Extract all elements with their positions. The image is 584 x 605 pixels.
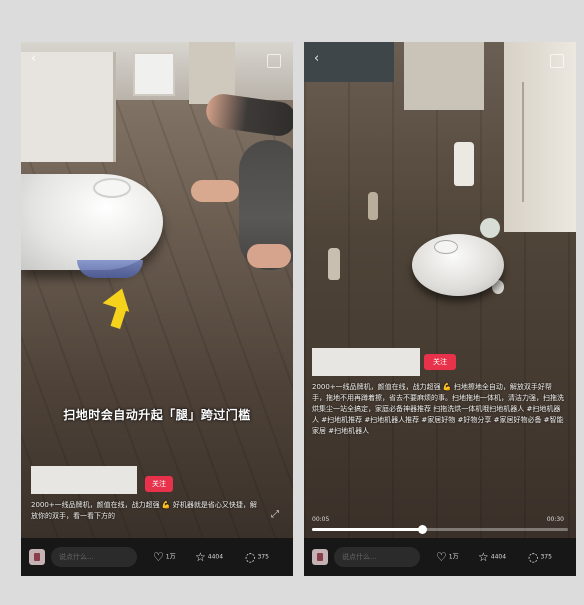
- star-icon: ☆: [478, 550, 489, 564]
- progress-knob[interactable]: [418, 525, 428, 534]
- heart-icon: ♡: [153, 550, 164, 564]
- cup-obstacle-image: [480, 218, 500, 238]
- collect-button[interactable]: ☆ 4404: [478, 550, 506, 564]
- like-button[interactable]: ♡ 1万: [436, 550, 459, 564]
- star-icon: ☆: [195, 550, 206, 564]
- robot-sensor-image: [434, 240, 458, 254]
- comment-button[interactable]: ◌ 375: [245, 550, 269, 564]
- comment-button[interactable]: ◌ 375: [528, 550, 552, 564]
- comment-count: 375: [540, 553, 552, 561]
- video-frame-left[interactable]: ‹ 扫地时会自动升起「腿」跨过门槛 关注 2000+一线品牌机，颜值在线，战力超…: [21, 42, 293, 538]
- bottle-obstacle-image: [328, 248, 340, 280]
- video-caption[interactable]: 2000+一线品牌机，颜值在线，战力超强 💪 扫地擦地全自动，解放双手好帮手，拖…: [312, 382, 564, 437]
- back-chevron-icon[interactable]: ‹: [314, 52, 328, 66]
- collect-button[interactable]: ☆ 4404: [195, 550, 223, 564]
- cabinet-image: [504, 42, 576, 232]
- video-caption[interactable]: 2000+一线品牌机，颜值在线，战力超强 💪 好机器就是省心又快捷，解放你的双手…: [31, 500, 257, 522]
- collect-count: 4404: [490, 553, 507, 561]
- progress-bar[interactable]: [312, 525, 568, 534]
- comment-bubble-icon: ◌: [245, 550, 256, 564]
- avatar[interactable]: [29, 549, 45, 565]
- like-count: 1万: [448, 553, 459, 561]
- expand-icon[interactable]: ⤢: [271, 510, 281, 520]
- author-name-redacted[interactable]: [31, 466, 137, 494]
- carton-obstacle-image: [454, 142, 474, 186]
- robot-vacuum-image: [21, 174, 163, 270]
- avatar[interactable]: [312, 549, 328, 565]
- heart-icon: ♡: [436, 550, 447, 564]
- like-button[interactable]: ♡ 1万: [153, 550, 176, 564]
- person-foot-image: [247, 244, 291, 268]
- share-icon[interactable]: [550, 54, 564, 68]
- follow-badge[interactable]: 关注: [145, 476, 173, 492]
- video-frame-right[interactable]: ‹ 关注 2000+一线品牌机，颜值在线，战力超强 💪 扫地擦地全自动，解放双手…: [304, 42, 576, 538]
- comment-input[interactable]: 说点什么...: [334, 547, 420, 567]
- appliance-image: [133, 52, 175, 96]
- person-foot-image: [191, 180, 239, 202]
- back-chevron-icon[interactable]: ‹: [31, 52, 45, 66]
- video-subtitle: 扫地时会自动升起「腿」跨过门槛: [63, 408, 251, 422]
- author-name-redacted[interactable]: [312, 348, 420, 376]
- bottom-action-bar: 说点什么... ♡ 1万 ☆ 4404 ◌ 375: [21, 538, 293, 576]
- comment-bubble-icon: ◌: [528, 550, 539, 564]
- robot-sensor-image: [93, 178, 131, 198]
- like-count: 1万: [165, 553, 176, 561]
- video-card-right[interactable]: ‹ 关注 2000+一线品牌机，颜值在线，战力超强 💪 扫地擦地全自动，解放双手…: [304, 42, 576, 576]
- share-icon[interactable]: [267, 54, 281, 68]
- follow-badge[interactable]: 关注: [424, 354, 456, 370]
- doorway-image: [404, 42, 484, 110]
- robot-wheel-image: [77, 260, 143, 278]
- bottom-action-bar: 说点什么... ♡ 1万 ☆ 4404 ◌ 375: [304, 538, 576, 576]
- time-total: 00:30: [546, 516, 564, 523]
- collect-count: 4404: [207, 553, 224, 561]
- comment-input[interactable]: 说点什么...: [51, 547, 137, 567]
- cabinet-image: [21, 52, 116, 162]
- progress-fill: [312, 528, 423, 531]
- comment-count: 375: [257, 553, 269, 561]
- video-card-left[interactable]: ‹ 扫地时会自动升起「腿」跨过门槛 关注 2000+一线品牌机，颜值在线，战力超…: [21, 42, 293, 576]
- time-current: 00:05: [312, 516, 330, 523]
- robot-vacuum-image: [412, 234, 504, 296]
- bottle-obstacle-image: [368, 192, 378, 220]
